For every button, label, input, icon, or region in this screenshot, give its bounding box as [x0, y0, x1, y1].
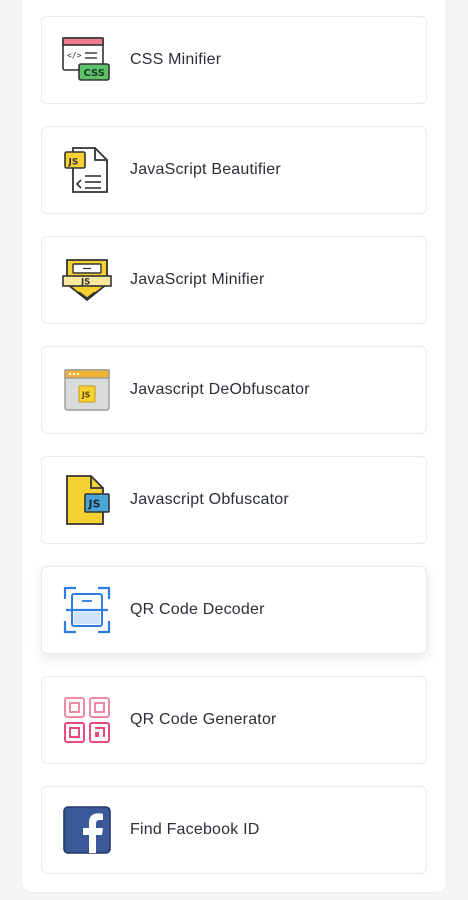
tool-list: </> CSS CSS Minifier JS JavaScript Beaut: [41, 16, 427, 896]
tool-label: Find Facebook ID: [130, 821, 260, 838]
css-glyph: CSS: [84, 68, 105, 79]
js-glyph: JS: [68, 158, 79, 168]
tool-label: QR Code Decoder: [130, 601, 265, 618]
facebook-icon: [61, 802, 113, 858]
js-glyph: JS: [81, 391, 90, 400]
js-glyph: JS: [80, 278, 90, 288]
tool-card-qr-code-generator[interactable]: QR Code Generator: [41, 676, 427, 764]
tool-card-javascript-beautifier[interactable]: JS JavaScript Beautifier: [41, 126, 427, 214]
tool-label: Javascript DeObfuscator: [130, 381, 310, 398]
tool-card-javascript-deobfuscator[interactable]: JS Javascript DeObfuscator: [41, 346, 427, 434]
js-document-icon: JS: [61, 472, 113, 528]
tool-label: JavaScript Minifier: [130, 271, 265, 288]
qr-code-icon: [61, 692, 113, 748]
tool-card-find-facebook-id[interactable]: Find Facebook ID: [41, 786, 427, 874]
tool-card-javascript-obfuscator[interactable]: JS Javascript Obfuscator: [41, 456, 427, 544]
tool-card-javascript-minifier[interactable]: JS JavaScript Minifier: [41, 236, 427, 324]
tool-card-qr-code-decoder[interactable]: QR Code Decoder: [41, 566, 427, 654]
tool-label: Javascript Obfuscator: [130, 491, 289, 508]
qr-scan-icon: [61, 582, 113, 638]
js-badge-icon: JS: [61, 252, 113, 308]
code-glyph: </>: [67, 51, 82, 60]
tool-label: QR Code Generator: [130, 711, 277, 728]
tool-label: CSS Minifier: [130, 51, 222, 68]
tool-label: JavaScript Beautifier: [130, 161, 281, 178]
css-file-icon: </> CSS: [61, 32, 113, 88]
tool-card-css-minifier[interactable]: </> CSS CSS Minifier: [41, 16, 427, 104]
js-glyph: JS: [88, 498, 101, 511]
js-browser-icon: JS: [61, 362, 113, 418]
js-file-icon: JS: [61, 142, 113, 198]
